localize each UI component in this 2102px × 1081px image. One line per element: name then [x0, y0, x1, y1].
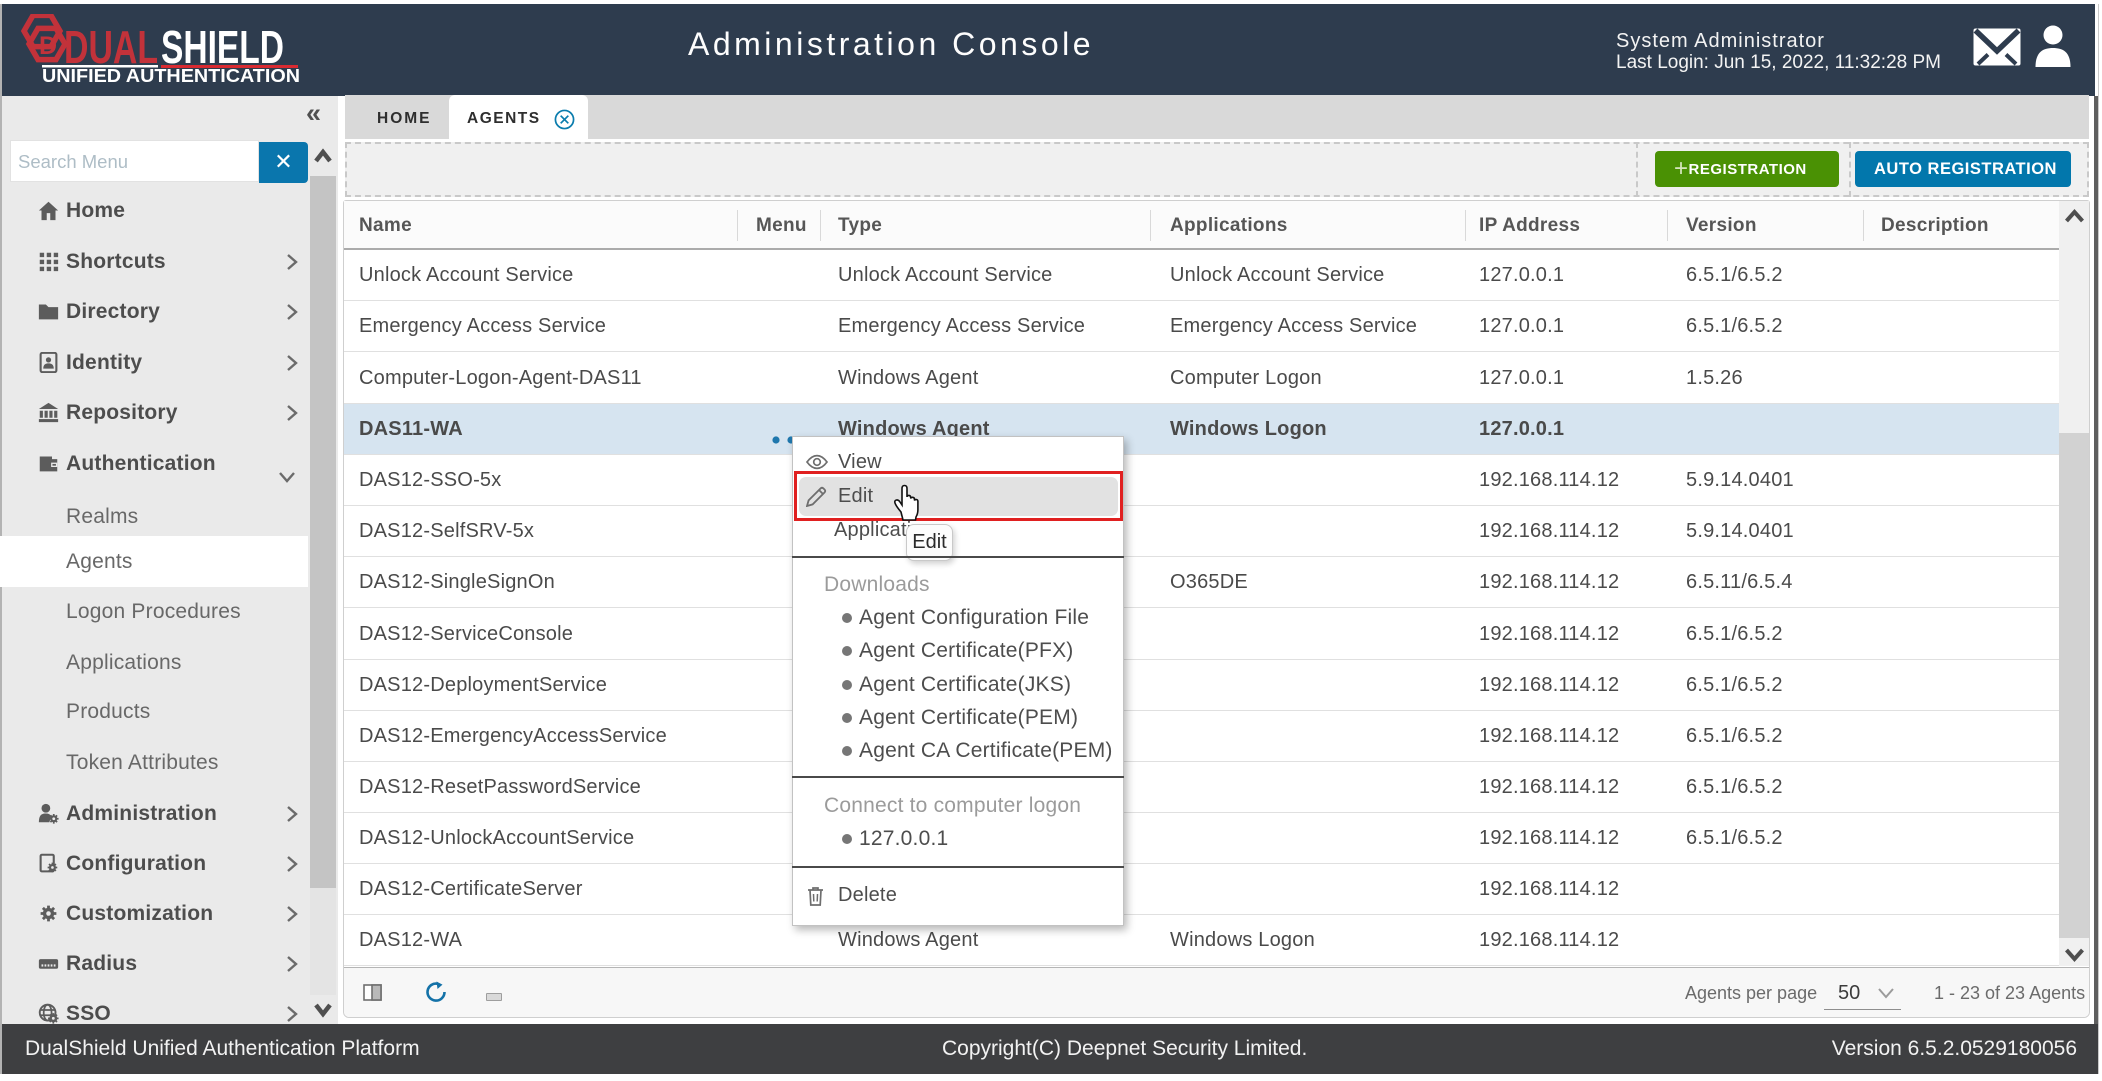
- svg-text:UNIFIED AUTHENTICATION: UNIFIED AUTHENTICATION: [42, 66, 300, 86]
- svg-text:D: D: [39, 32, 57, 60]
